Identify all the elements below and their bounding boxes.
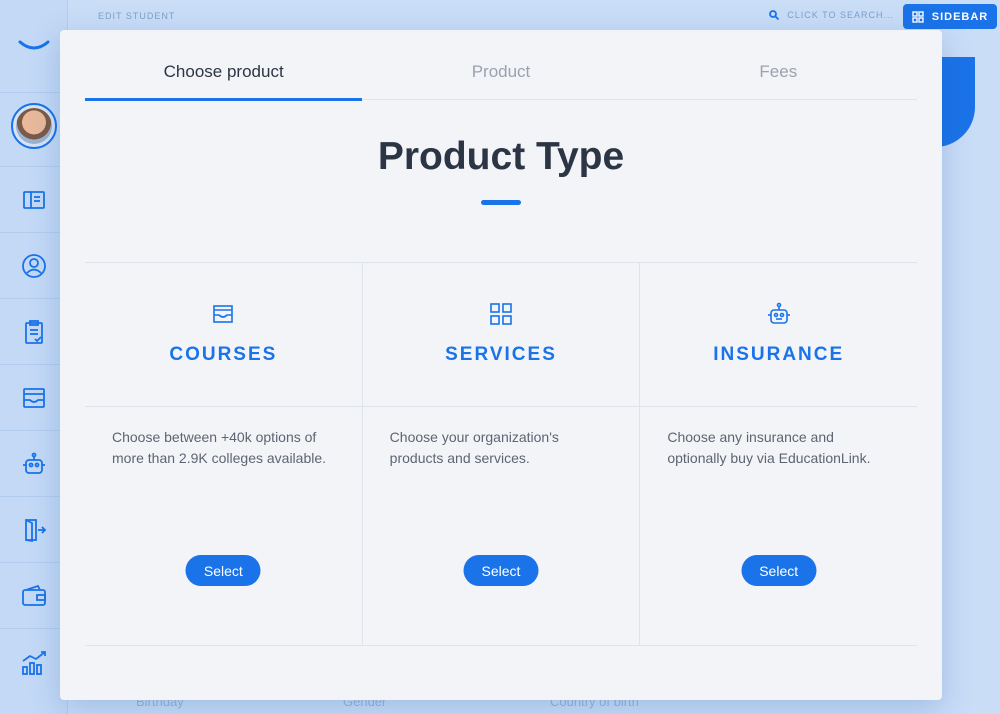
sidebar-item-book[interactable] — [0, 166, 68, 232]
robot-icon — [766, 301, 792, 332]
option-description: Choose your organization's products and … — [389, 429, 559, 466]
option-label: SERVICES — [445, 344, 557, 365]
search-icon — [769, 10, 780, 20]
select-insurance-button[interactable]: Select — [741, 555, 817, 586]
sidebar-item-robot[interactable] — [0, 430, 68, 496]
option-label: COURSES — [169, 344, 278, 365]
clipboard-check-icon — [25, 319, 43, 344]
title-underline — [481, 200, 521, 205]
book-icon — [23, 190, 45, 209]
topbar: EDIT STUDENT CLICK TO SEARCH... SIDEBAR — [68, 0, 1000, 32]
wallet-icon — [22, 584, 46, 606]
grid-icon — [912, 10, 924, 23]
grid-icon — [488, 301, 514, 332]
chart-icon — [22, 651, 46, 675]
option-courses: COURSES Choose between +40k options of m… — [85, 263, 363, 645]
option-label: INSURANCE — [713, 344, 845, 365]
sidebar-item-chart[interactable] — [0, 628, 68, 714]
select-courses-button[interactable]: Select — [185, 555, 261, 586]
option-insurance: INSURANCE Choose any insurance and optio… — [640, 263, 918, 645]
sidebar-item-wallet[interactable] — [0, 562, 68, 628]
inbox-icon — [23, 387, 45, 408]
breadcrumb[interactable]: EDIT STUDENT — [98, 11, 175, 21]
sidebar-item-clipboard[interactable] — [0, 298, 68, 364]
sidebar-item-user[interactable] — [0, 232, 68, 298]
logo-icon[interactable] — [18, 38, 50, 52]
user-circle-icon — [22, 253, 46, 278]
robot-icon — [23, 452, 45, 474]
sidebar-item-inbox[interactable] — [0, 364, 68, 430]
option-description: Choose between +40k options of more than… — [112, 429, 327, 466]
option-description: Choose any insurance and optionally buy … — [667, 429, 871, 466]
avatar[interactable] — [11, 102, 57, 149]
search-box[interactable]: CLICK TO SEARCH... — [769, 10, 894, 20]
sidebar-item-exit[interactable] — [0, 496, 68, 562]
product-options: COURSES Choose between +40k options of m… — [85, 262, 918, 646]
inbox-icon — [210, 301, 236, 332]
option-services: SERVICES Choose your organization's prod… — [362, 263, 641, 645]
sidebar-profile[interactable] — [0, 92, 68, 158]
sidebar-button-label: SIDEBAR — [931, 10, 989, 23]
sidebar-toggle-button[interactable]: SIDEBAR — [903, 4, 997, 29]
page-title: Product Type — [377, 135, 625, 178]
wizard-tabs: Choose product Product Fees — [85, 30, 917, 101]
product-type-modal: Choose product Product Fees Product Type… — [60, 30, 942, 700]
exit-door-icon — [25, 518, 47, 542]
app-sidebar — [0, 0, 68, 714]
select-services-button[interactable]: Select — [463, 555, 539, 586]
tab-product[interactable]: Product — [362, 30, 639, 99]
tab-choose-product[interactable]: Choose product — [85, 30, 363, 101]
tab-fees[interactable]: Fees — [640, 30, 917, 99]
search-placeholder[interactable]: CLICK TO SEARCH... — [787, 10, 894, 20]
